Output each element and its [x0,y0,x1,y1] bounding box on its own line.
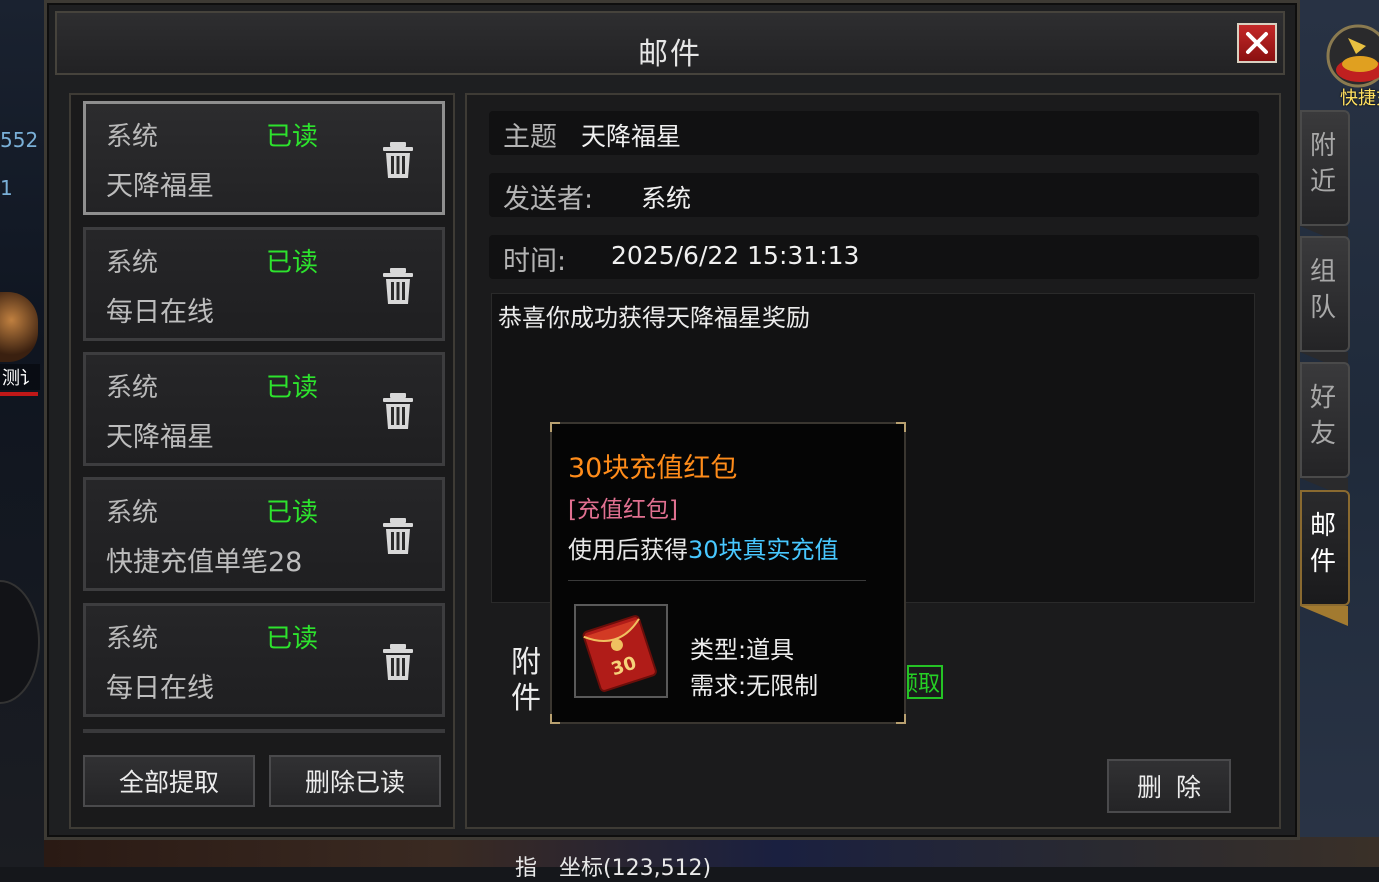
player-hp-bar [0,392,38,396]
item-name: 30块充值红包 [568,453,738,484]
tab-team[interactable]: 组队 [1300,236,1350,372]
mail-read-status: 已读 [266,122,319,152]
mail-subject: 天降福星 [106,171,214,202]
item-category: [充值红包] [568,497,678,523]
tooltip-corner [896,422,906,432]
delete-read-button[interactable]: 删除已读 [269,755,441,807]
subject-row: 主题 天降福星 [489,111,1259,155]
sender-row: 发送者: 系统 [489,173,1259,217]
mail-read-status: 已读 [266,248,319,278]
mail-item[interactable]: 系统 已读 快捷充值单笔28 [83,477,445,591]
delete-button[interactable]: 删除 [1107,759,1231,813]
mail-subject: 每日在线 [106,673,214,704]
left-stat-number: 552 [0,128,39,152]
mail-body-text: 恭喜你成功获得天降福星奖励 [498,304,810,332]
mail-sender: 系统 [106,248,159,278]
item-description: 使用后获得30块真实充值 [568,530,839,565]
mail-item[interactable]: 系统 已读 每日在线 [83,603,445,717]
left-stat-number-2: 1 [0,176,13,200]
mail-read-status: 已读 [266,373,319,403]
receive-button-label: 领取 [909,672,940,697]
red-envelope-icon: 30 [582,615,657,692]
mail-subject: 天降福星 [106,422,214,453]
tab-label: 组队 [1310,257,1337,323]
receive-button[interactable]: 领取 [907,665,943,699]
mail-read-status: 已读 [266,498,319,528]
mail-sender: 系统 [106,624,159,654]
tab-mail[interactable]: 邮件 [1300,490,1350,626]
subject-value: 天降福星 [581,122,682,151]
mail-sender: 系统 [106,498,159,528]
list-scroll-edge [83,729,445,733]
background-bottom [44,837,1379,867]
claim-all-button[interactable]: 全部提取 [83,755,255,807]
mail-read-status: 已读 [266,624,319,654]
tab-label: 邮件 [1310,511,1337,577]
tooltip-corner [550,422,560,432]
item-desc-highlight: 30块真实充值 [688,536,839,564]
tab-nearby[interactable]: 附近 [1300,110,1350,246]
trash-icon[interactable] [380,642,416,682]
tooltip-corner [550,714,560,724]
trash-icon[interactable] [380,391,416,431]
sender-label: 发送者: [503,184,594,215]
sender-value: 系统 [641,184,692,213]
time-row: 时间: 2025/6/22 15:31:13 [489,235,1259,279]
player-name: 测讠 [0,364,40,390]
trash-icon[interactable] [380,266,416,306]
mail-item[interactable]: 系统 已读 天降福星 [83,101,445,215]
chat-line: 指 坐标(123,512) [515,856,712,881]
subject-label: 主题 [503,122,557,153]
item-slot: 30 [574,604,668,698]
item-requirement: 需求:无限制 [690,672,819,700]
mail-sender: 系统 [106,122,159,152]
tooltip-corner [896,714,906,724]
mail-subject: 快捷充值单笔28 [106,547,303,578]
item-type: 类型:道具 [690,636,795,664]
mail-sender: 系统 [106,373,159,403]
window-title: 邮件 [638,37,702,72]
trash-icon[interactable] [380,516,416,556]
time-label: 时间: [503,246,567,277]
mail-item[interactable]: 系统 已读 天降福星 [83,352,445,466]
mail-item[interactable]: 系统 已读 每日在线 [83,227,445,341]
time-value: 2025/6/22 15:31:13 [611,241,860,270]
close-button[interactable] [1237,23,1277,63]
trash-icon[interactable] [380,140,416,180]
quick-recharge-label: 快捷充 [1340,88,1379,109]
item-desc-prefix: 使用后获得 [568,536,688,564]
mail-subject: 每日在线 [106,297,214,328]
title-bar: 邮件 [55,11,1285,75]
item-tooltip: 30块充值红包 [充值红包] 使用后获得30块真实充值 30 类型:道具 需求:… [550,422,906,724]
tab-label: 好友 [1310,383,1337,449]
tooltip-divider [568,580,866,581]
tab-label: 附近 [1310,131,1337,197]
attachment-label: 附件 [511,645,541,716]
mail-list-panel: 系统 已读 天降福星 系统 已读 每日在线 系统 已读 天降福星 系统 已读 快… [69,93,455,829]
tab-friends[interactable]: 好友 [1300,362,1350,498]
close-icon [1246,32,1268,54]
